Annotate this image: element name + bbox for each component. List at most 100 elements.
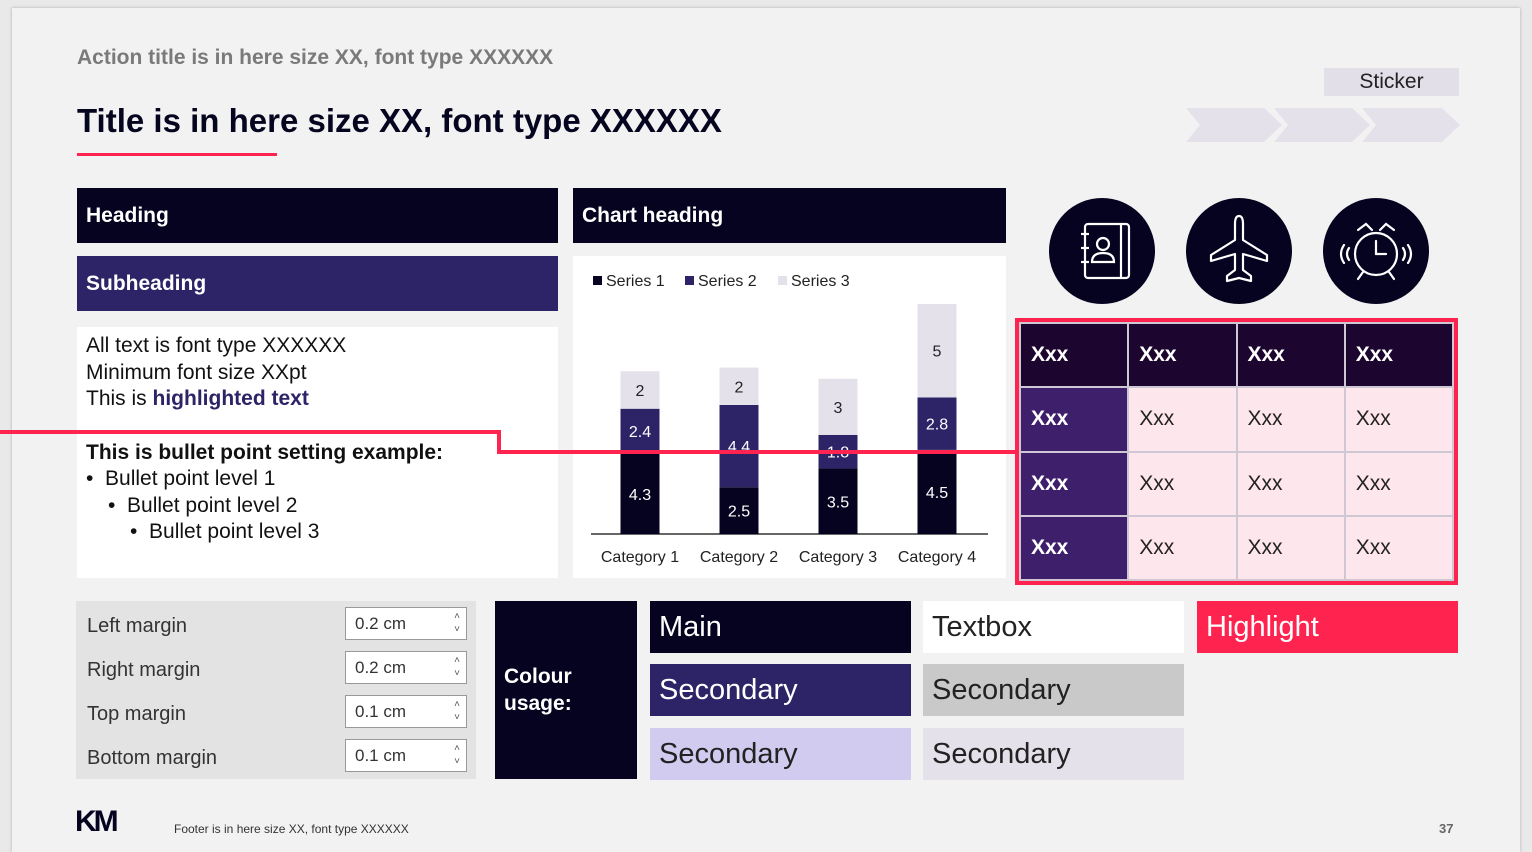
- data-label: 4.3: [629, 487, 651, 504]
- page-number: 37: [1439, 821, 1454, 836]
- table-row-header[interactable]: Xxx: [1018, 514, 1130, 582]
- bullet-level-1: • Bullet point level 1: [86, 467, 276, 490]
- swatch-secondary-lavender: Secondary: [650, 728, 911, 780]
- left-margin-row: Left margin 0.2 cm ˄ ˅: [76, 605, 476, 649]
- slide-title: Title is in here size XX, font type XXXX…: [77, 102, 722, 139]
- left-margin-spinner[interactable]: 0.2 cm ˄ ˅: [345, 607, 467, 640]
- title-underline: [77, 153, 277, 156]
- bottom-margin-spinner[interactable]: 0.1 cm ˄ ˅: [345, 739, 467, 772]
- action-title: Action title is in here size XX, font ty…: [77, 46, 554, 69]
- data-label: 2.4: [629, 424, 651, 441]
- table-cell[interactable]: Xxx: [1343, 450, 1455, 517]
- table-row: Xxx Xxx Xxx Xxx: [1018, 386, 1455, 453]
- contact-book-icon: [1049, 198, 1155, 304]
- table-header-cell[interactable]: Xxx: [1235, 321, 1346, 389]
- top-margin-spinner[interactable]: 0.1 cm ˄ ˅: [345, 695, 467, 728]
- table-cell[interactable]: Xxx: [1343, 514, 1455, 582]
- text-line-2: Minimum font size XXpt: [86, 360, 307, 384]
- chart-heading: Chart heading: [573, 188, 1006, 243]
- chevron-2: [1274, 108, 1370, 142]
- bottom-margin-row: Bottom margin 0.1 cm ˄ ˅: [76, 737, 476, 781]
- bottom-margin-value[interactable]: 0.1 cm: [355, 746, 406, 765]
- top-margin-label: Top margin: [87, 703, 186, 725]
- chart-box[interactable]: Series 1 Series 2 Series 3 4.3 2.4 2 Category …: [573, 256, 1006, 578]
- category-label: Category 4: [898, 549, 976, 566]
- data-label: 4.4: [728, 439, 750, 456]
- table-header-cell[interactable]: Xxx: [1127, 321, 1238, 389]
- right-margin-row: Right margin 0.2 cm ˄ ˅: [76, 649, 476, 693]
- footer-text: Footer is in here size XX, font type XXX…: [174, 822, 409, 836]
- legend-swatch: [778, 276, 787, 285]
- body-textbox[interactable]: All text is font type XXXXXX Minimum fon…: [77, 327, 558, 578]
- table-cell[interactable]: Xxx: [1235, 514, 1346, 582]
- slide: Action title is in here size XX, font ty…: [12, 8, 1520, 852]
- spinner-arrows-icon[interactable]: ˄ ˅: [454, 742, 460, 768]
- table-cell[interactable]: Xxx: [1343, 386, 1455, 453]
- table-cell[interactable]: Xxx: [1127, 514, 1238, 582]
- right-margin-label: Right margin: [87, 659, 201, 681]
- margins-panel: Left margin 0.2 cm ˄ ˅ Right margin 0.2 c…: [76, 601, 476, 779]
- alarm-clock-icon: [1323, 198, 1429, 304]
- text-line-1: All text is font type XXXXXX: [86, 334, 347, 357]
- legend-swatch: [593, 276, 602, 285]
- stacked-bar-chart[interactable]: Series 1 Series 2 Series 3 4.3 2.4 2 Category …: [573, 256, 1006, 578]
- bullet-level-3: • Bullet point level 3: [130, 520, 320, 543]
- top-margin-row: Top margin 0.1 cm ˄ ˅: [76, 693, 476, 737]
- swatch-highlight: Highlight: [1197, 601, 1458, 653]
- text-line-3: This is highlighted text: [86, 386, 549, 413]
- table-cell[interactable]: Xxx: [1235, 450, 1346, 517]
- table-cell[interactable]: Xxx: [1127, 386, 1238, 453]
- airplane-icon: [1186, 198, 1292, 304]
- table-cell[interactable]: Xxx: [1235, 386, 1346, 453]
- data-label: 2.8: [926, 417, 948, 434]
- category-label: Category 2: [700, 549, 778, 566]
- data-label: 2: [735, 379, 744, 396]
- left-margin-value[interactable]: 0.2 cm: [355, 614, 406, 633]
- highlight-prefix: This is: [86, 387, 153, 410]
- data-label: 5: [933, 344, 942, 361]
- table-row-header[interactable]: Xxx: [1018, 450, 1130, 517]
- legend-swatch: [685, 276, 694, 285]
- table-header-row: Xxx Xxx Xxx Xxx: [1018, 321, 1455, 389]
- chevron-1: [1186, 108, 1282, 142]
- spinner-arrows-icon[interactable]: ˄ ˅: [454, 610, 460, 636]
- table-cell[interactable]: Xxx: [1127, 450, 1238, 517]
- spinner-arrows-icon[interactable]: ˄ ˅: [454, 654, 460, 680]
- category-label: Category 1: [601, 549, 679, 566]
- bullet-level-1-text: Bullet point level 1: [105, 467, 276, 490]
- highlighted-text: highlighted text: [152, 387, 309, 410]
- bullet-title: This is bullet point setting example:: [86, 440, 444, 464]
- bullet-level-2-text: Bullet point level 2: [127, 493, 298, 517]
- swatch-textbox: Textbox: [923, 601, 1184, 653]
- bottom-margin-label: Bottom margin: [87, 747, 218, 769]
- table-row: Xxx Xxx Xxx Xxx: [1018, 450, 1455, 517]
- subheading-bar: Subheading: [77, 256, 558, 311]
- right-margin-spinner[interactable]: 0.2 cm ˄ ˅: [345, 651, 467, 684]
- bullet-level-3-text: Bullet point level 3: [149, 520, 320, 543]
- right-margin-value[interactable]: 0.2 cm: [355, 658, 406, 677]
- left-margin-label: Left margin: [87, 615, 188, 637]
- swatch-secondary-purple: Secondary: [650, 664, 911, 716]
- data-label: 1.8: [827, 445, 849, 462]
- swatch-secondary-grey: Secondary: [923, 664, 1184, 716]
- legend-label: Series 2: [698, 273, 757, 290]
- data-label: 3.5: [827, 494, 849, 511]
- table-row: Xxx Xxx Xxx Xxx: [1018, 514, 1455, 582]
- spinner-arrows-icon[interactable]: ˄ ˅: [454, 698, 460, 724]
- category-label: Category 3: [799, 549, 877, 566]
- data-label: 2: [636, 383, 645, 400]
- table-header-cell[interactable]: Xxx: [1343, 321, 1455, 389]
- table-row-header[interactable]: Xxx: [1018, 386, 1130, 453]
- data-table[interactable]: Xxx Xxx Xxx Xxx Xxx Xxx Xxx Xxx Xxx Xxx …: [1015, 318, 1458, 585]
- table-header-cell[interactable]: Xxx: [1018, 321, 1130, 389]
- data-label: 3: [834, 400, 843, 417]
- legend-label: Series 1: [606, 273, 665, 290]
- km-logo: KM: [75, 805, 119, 838]
- top-margin-value[interactable]: 0.1 cm: [355, 702, 406, 721]
- heading-bar: Heading: [77, 188, 558, 243]
- data-label: 4.5: [926, 485, 948, 502]
- chevron-3: [1362, 108, 1460, 142]
- legend-label: Series 3: [791, 273, 850, 290]
- data-label: 2.5: [728, 504, 750, 521]
- swatch-secondary-light: Secondary: [923, 728, 1184, 780]
